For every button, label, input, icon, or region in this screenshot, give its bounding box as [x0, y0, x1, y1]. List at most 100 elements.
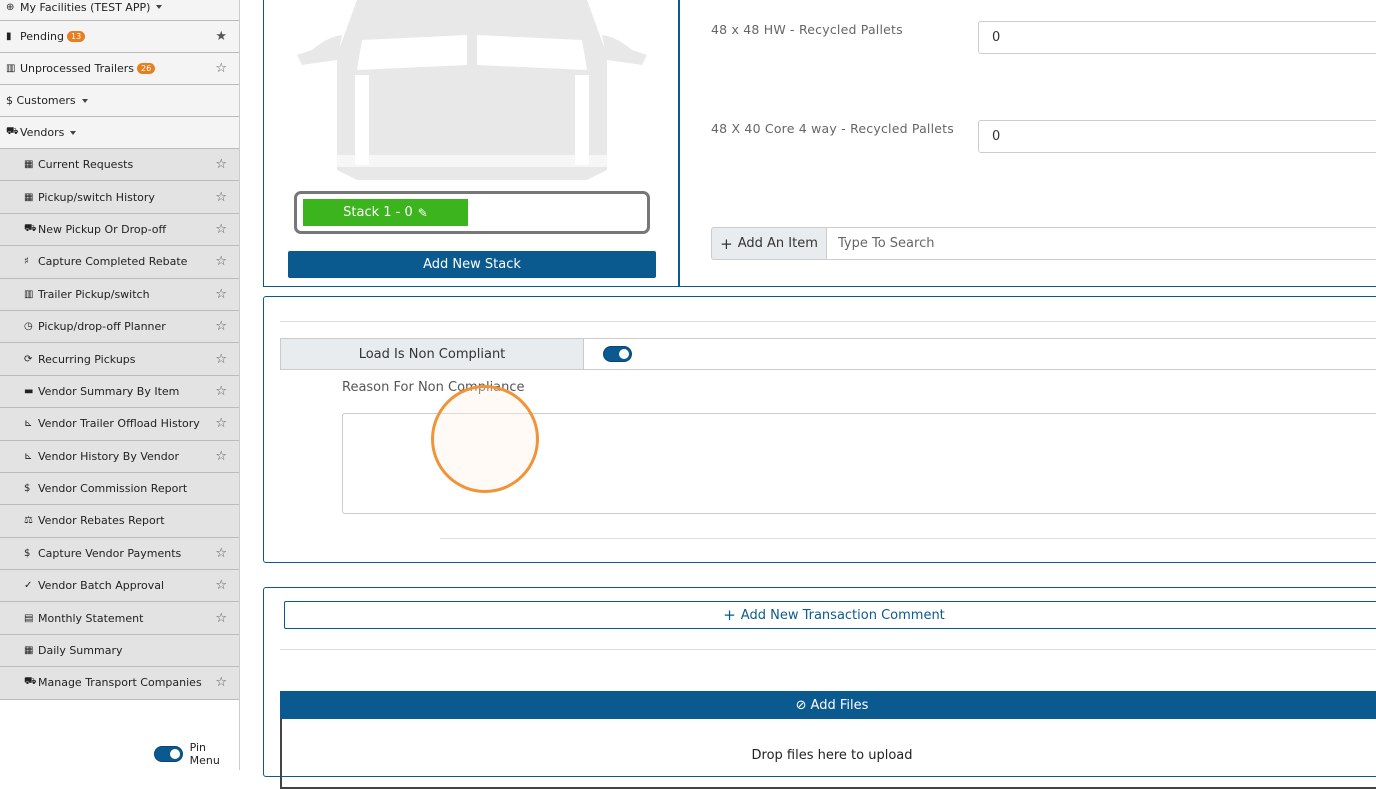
- stack-card: Stack 1 - 0 ✎ Add New Stack: [263, 0, 679, 287]
- star-outline-icon[interactable]: ☆: [215, 416, 227, 431]
- sidebar-item-label: Pickup/switch History: [38, 190, 155, 204]
- sidebar-item-label: Vendor Batch Approval: [38, 579, 165, 593]
- sidebar-item-label: Vendors: [20, 126, 65, 139]
- sidebar-item-label: Vendor Rebates Report: [38, 514, 165, 528]
- check-icon: ✓: [24, 580, 33, 592]
- star-outline-icon[interactable]: ☆: [215, 254, 227, 269]
- add-new-stack-button[interactable]: Add New Stack: [288, 251, 656, 278]
- main-content: Stack 1 - 0 ✎ Add New Stack 48 x 48 HW -…: [240, 0, 1376, 789]
- sidebar-item-capture-vendor-payments[interactable]: $ Capture Vendor Payments ☆: [0, 538, 239, 571]
- star-outline-icon[interactable]: ☆: [215, 546, 227, 561]
- sidebar-item-daily-summary[interactable]: ▦ Daily Summary: [0, 635, 239, 668]
- sidebar-item-label: Vendor Summary By Item: [38, 384, 180, 398]
- sidebar-item-label: My Facilities (TEST APP): [20, 0, 151, 14]
- dollar-icon: $: [24, 547, 31, 559]
- sidebar-item-vendor-commission-report[interactable]: $ Vendor Commission Report: [0, 473, 239, 506]
- add-files-label: Add Files: [810, 697, 869, 713]
- sidebar-item-current-requests[interactable]: ▦ Current Requests ☆: [0, 149, 239, 182]
- item-label: 48 x 48 HW - Recycled Pallets: [711, 22, 903, 37]
- star-outline-icon[interactable]: ☆: [215, 352, 227, 367]
- divider: [440, 538, 1376, 539]
- globe-icon: ⊕: [6, 1, 15, 13]
- star-outline-icon[interactable]: ☆: [215, 287, 227, 302]
- sidebar-item-label: Pickup/drop-off Planner: [38, 320, 166, 334]
- sidebar-item-label: Monthly Statement: [38, 611, 144, 625]
- add-comment-label: Add New Transaction Comment: [740, 607, 945, 623]
- pin-menu[interactable]: Pin Menu: [154, 741, 239, 767]
- clock-icon: ◷: [24, 321, 33, 333]
- add-files-button[interactable]: ⊘ Add Files: [280, 691, 1376, 719]
- sidebar-item-manage-transport-companies[interactable]: ⛟ Manage Transport Companies ☆: [0, 667, 239, 700]
- non-compliant-toggle[interactable]: [603, 346, 632, 362]
- item-quantity-input[interactable]: 0: [978, 21, 1376, 54]
- sidebar-item-capture-completed-rebate[interactable]: ♯ Capture Completed Rebate ☆: [0, 246, 239, 279]
- add-transaction-comment-button[interactable]: + Add New Transaction Comment: [284, 601, 1376, 629]
- star-outline-icon[interactable]: ☆: [215, 222, 227, 237]
- trailer-icon: ▥: [24, 288, 34, 300]
- star-outline-icon[interactable]: ☆: [215, 190, 227, 205]
- star-outline-icon[interactable]: ☆: [215, 319, 227, 334]
- sidebar-item-pickup-drop-off-planner[interactable]: ◷ Pickup/drop-off Planner ☆: [0, 311, 239, 344]
- sidebar-item-unprocessed-trailers[interactable]: ▥ Unprocessed Trailers 26 ☆: [0, 53, 239, 85]
- sidebar-item-recurring-pickups[interactable]: ⟳ Recurring Pickups ☆: [0, 343, 239, 376]
- sidebar-item-trailer-pickup-switch[interactable]: ▥ Trailer Pickup/switch ☆: [0, 279, 239, 311]
- calendar-icon: ▤: [24, 612, 34, 624]
- caret-down-icon: [156, 5, 163, 9]
- sidebar-item-label: Vendor Commission Report: [38, 482, 188, 496]
- item-quantity-input[interactable]: 0: [978, 120, 1376, 153]
- plus-icon: +: [723, 606, 736, 624]
- sidebar: ⊕ My Facilities (TEST APP) ▮ Pending 13 …: [0, 0, 240, 770]
- table-icon: ▦: [24, 159, 34, 171]
- scale-icon: ⚖: [24, 515, 33, 527]
- star-outline-icon[interactable]: ☆: [215, 157, 227, 172]
- sidebar-item-vendor-batch-approval[interactable]: ✓ Vendor Batch Approval ☆: [0, 570, 239, 603]
- star-outline-icon[interactable]: ☆: [215, 449, 227, 464]
- truck-front-illustration: [297, 0, 647, 180]
- paperclip-icon: ⊘: [795, 697, 807, 713]
- sidebar-item-label: Recurring Pickups: [38, 352, 136, 366]
- sidebar-item-vendor-trailer-offload-history[interactable]: ⊾ Vendor Trailer Offload History ☆: [0, 408, 239, 441]
- sidebar-item-vendor-history-by-vendor[interactable]: ⊾ Vendor History By Vendor ☆: [0, 441, 239, 473]
- stack-label: Stack 1 - 0: [343, 205, 413, 220]
- sidebar-item-new-pickup-or-drop-off[interactable]: ⛟ New Pickup Or Drop-off ☆: [0, 214, 239, 247]
- vendors-submenu: ▦ Current Requests ☆ ▦ Pickup/switch History…: [0, 149, 239, 700]
- sidebar-item-vendor-rebates-report[interactable]: ⚖ Vendor Rebates Report: [0, 505, 239, 538]
- sidebar-item-my-facilities[interactable]: ⊕ My Facilities (TEST APP): [0, 0, 239, 21]
- repeat-icon: ⟳: [24, 353, 33, 365]
- pin-menu-toggle[interactable]: [154, 746, 183, 762]
- sidebar-item-label: Vendor Trailer Offload History: [38, 417, 200, 431]
- clipboard-icon: ▮: [6, 31, 12, 42]
- sidebar-item-vendor-summary-by-item[interactable]: ▬ Vendor Summary By Item ☆: [0, 376, 239, 409]
- sidebar-item-label: Manage Transport Companies: [38, 676, 202, 690]
- sidebar-item-label: Unprocessed Trailers: [20, 62, 135, 75]
- sidebar-item-label: Trailer Pickup/switch: [38, 287, 150, 301]
- stack-1-button[interactable]: Stack 1 - 0 ✎: [303, 199, 468, 226]
- sidebar-item-vendors[interactable]: ⛟ Vendors: [0, 117, 239, 149]
- sidebar-item-monthly-statement[interactable]: ▤ Monthly Statement ☆: [0, 602, 239, 635]
- star-outline-icon[interactable]: ☆: [215, 578, 227, 593]
- pallet-icon: ▬: [24, 385, 34, 397]
- plus-icon: +: [720, 234, 733, 253]
- pallet-icon: ♯: [24, 256, 29, 268]
- sidebar-item-pickup-switch-history[interactable]: ▦ Pickup/switch History ☆: [0, 181, 239, 214]
- file-dropzone[interactable]: Drop files here to upload: [280, 719, 1376, 789]
- add-item-button[interactable]: + Add An Item: [711, 227, 827, 260]
- star-outline-icon[interactable]: ☆: [215, 611, 227, 626]
- star-outline-icon[interactable]: ☆: [215, 61, 227, 76]
- sidebar-item-label: Capture Vendor Payments: [38, 546, 182, 560]
- divider: [280, 321, 1376, 322]
- add-item-label: Add An Item: [737, 236, 818, 251]
- pending-count-badge: 13: [66, 31, 86, 42]
- sidebar-item-pending[interactable]: ▮ Pending 13 ★: [0, 21, 239, 53]
- sidebar-item-customers[interactable]: $ Customers: [0, 85, 239, 117]
- items-card: 48 x 48 HW - Recycled Pallets 0 48 X 40 …: [679, 0, 1376, 287]
- item-search-input[interactable]: Type To Search: [826, 227, 1376, 260]
- star-outline-icon[interactable]: ☆: [215, 675, 227, 690]
- sidebar-item-label: Current Requests: [38, 158, 134, 172]
- item-label: 48 X 40 Core 4 way - Recycled Pallets: [711, 121, 954, 136]
- stack-container: Stack 1 - 0 ✎: [294, 191, 650, 234]
- star-filled-icon[interactable]: ★: [215, 29, 227, 44]
- star-outline-icon[interactable]: ☆: [215, 384, 227, 399]
- comments-files-card: + Add New Transaction Comment ⊘ Add File…: [263, 587, 1376, 789]
- chart-icon: ⊾: [24, 450, 33, 462]
